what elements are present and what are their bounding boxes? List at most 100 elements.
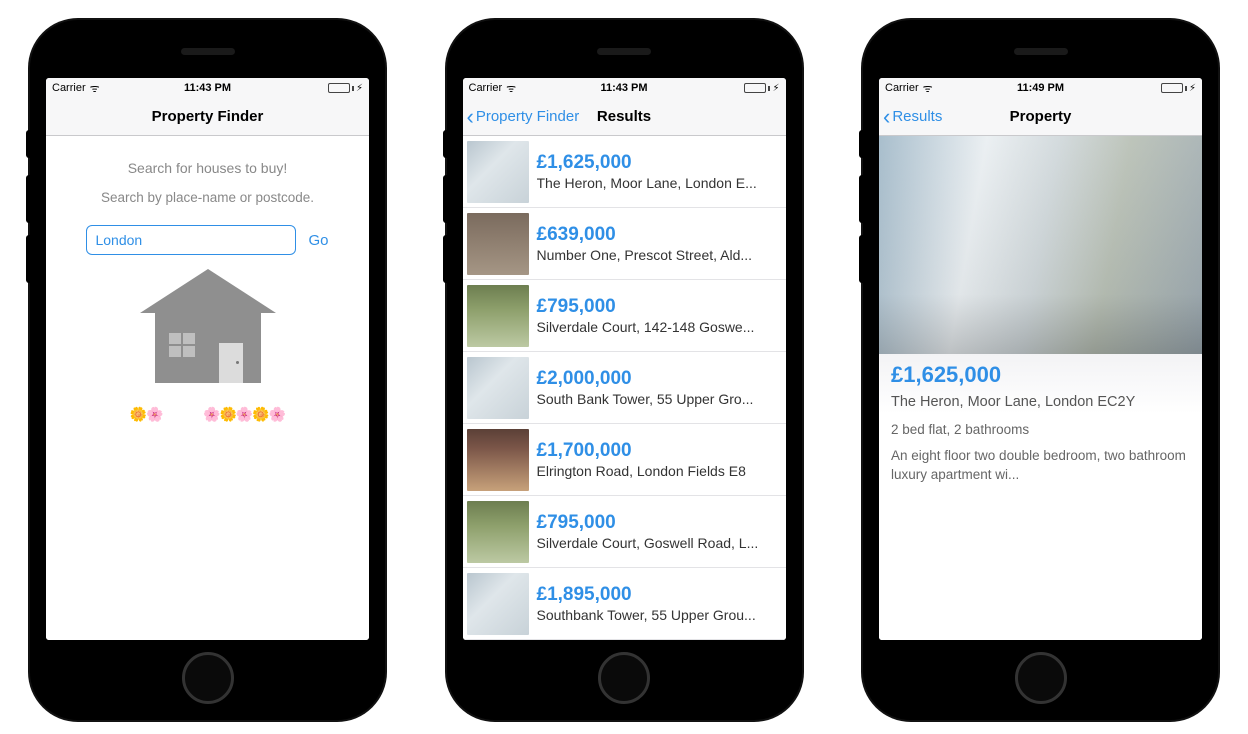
phone-side-button xyxy=(443,130,448,158)
clock: 11:43 PM xyxy=(600,82,647,94)
search-heading: Search for houses to buy! xyxy=(46,160,369,176)
result-address: Silverdale Court, Goswell Road, L... xyxy=(537,535,776,551)
search-row: Go xyxy=(46,225,369,255)
page-title: Property xyxy=(1010,108,1072,125)
result-row[interactable]: £795,000Silverdale Court, Goswell Road, … xyxy=(463,496,786,568)
status-bar: Carrier ᯤ 11:43 PM ⚡︎ xyxy=(463,78,786,98)
result-price: £795,000 xyxy=(537,512,776,535)
go-button[interactable]: Go xyxy=(308,232,328,249)
result-thumbnail xyxy=(467,285,529,347)
result-price: £639,000 xyxy=(537,224,776,247)
charging-icon: ⚡︎ xyxy=(356,83,363,94)
battery-cap-icon xyxy=(352,86,354,91)
battery-cap-icon xyxy=(1185,86,1187,91)
property-price: £1,625,000 xyxy=(891,362,1190,388)
status-bar: Carrier ᯤ 11:43 PM ⚡︎ xyxy=(46,78,369,98)
phone-speaker xyxy=(1014,48,1068,55)
result-row[interactable]: £2,000,000South Bank Tower, 55 Upper Gro… xyxy=(463,352,786,424)
charging-icon: ⚡︎ xyxy=(772,83,779,94)
carrier-text: Carrier xyxy=(52,82,86,94)
back-label: Property Finder xyxy=(476,108,579,125)
phone-side-button xyxy=(26,175,31,223)
result-thumbnail xyxy=(467,429,529,491)
wifi-icon: ᯤ xyxy=(506,81,516,96)
nav-bar: ‹ Property Finder Results xyxy=(463,98,786,136)
battery-indicator: ⚡︎ xyxy=(744,83,779,94)
result-address: Southbank Tower, 55 Upper Grou... xyxy=(537,607,776,623)
result-address: Silverdale Court, 142-148 Goswe... xyxy=(537,319,776,335)
phone-side-button xyxy=(859,130,864,158)
phone-side-button xyxy=(859,235,864,283)
carrier-label: Carrier ᯤ xyxy=(52,81,100,96)
nav-bar: Property Finder xyxy=(46,98,369,136)
battery-icon xyxy=(1161,83,1183,93)
battery-indicator: ⚡︎ xyxy=(328,83,363,94)
result-price: £1,625,000 xyxy=(537,152,776,175)
result-text: £1,625,000The Heron, Moor Lane, London E… xyxy=(537,152,776,191)
result-thumbnail xyxy=(467,213,529,275)
battery-icon xyxy=(744,83,766,93)
result-address: Number One, Prescot Street, Ald... xyxy=(537,247,776,263)
result-row[interactable]: £1,625,000The Heron, Moor Lane, London E… xyxy=(463,136,786,208)
search-screen: Search for houses to buy! Search by plac… xyxy=(46,136,369,640)
house-illustration: 🌼🌸 🌸🌼🌸🌼🌸 xyxy=(123,269,293,419)
carrier-label: Carrier ᯤ xyxy=(469,81,517,96)
result-thumbnail xyxy=(467,141,529,203)
result-address: South Bank Tower, 55 Upper Gro... xyxy=(537,391,776,407)
battery-indicator: ⚡︎ xyxy=(1161,83,1196,94)
page-title: Results xyxy=(597,108,651,125)
result-text: £795,000Silverdale Court, 142-148 Goswe.… xyxy=(537,296,776,335)
status-bar: Carrier ᯤ 11:49 PM ⚡︎ xyxy=(879,78,1202,98)
back-button[interactable]: ‹ Property Finder xyxy=(463,106,580,128)
back-button[interactable]: ‹ Results xyxy=(879,106,942,128)
property-meta: 2 bed flat, 2 bathrooms xyxy=(891,422,1190,437)
house-door-icon xyxy=(219,343,243,383)
house-window-icon xyxy=(169,333,195,357)
phone-mock-results: Carrier ᯤ 11:43 PM ⚡︎ ‹ Property Finder … xyxy=(447,20,802,720)
page-title: Property Finder xyxy=(152,108,264,125)
screen: Carrier ᯤ 11:43 PM ⚡︎ ‹ Property Finder … xyxy=(463,78,786,640)
result-thumbnail xyxy=(467,573,529,635)
result-row[interactable]: £1,895,000Southbank Tower, 55 Upper Grou… xyxy=(463,568,786,640)
search-subheading: Search by place-name or postcode. xyxy=(46,190,369,205)
chevron-left-icon: ‹ xyxy=(467,106,474,128)
home-button[interactable] xyxy=(182,652,234,704)
carrier-label: Carrier ᯤ xyxy=(885,81,933,96)
clock: 11:49 PM xyxy=(1017,82,1064,94)
phone-side-button xyxy=(26,235,31,283)
result-text: £1,700,000Elrington Road, London Fields … xyxy=(537,440,776,479)
result-address: The Heron, Moor Lane, London E... xyxy=(537,175,776,191)
clock: 11:43 PM xyxy=(184,82,231,94)
phone-side-button xyxy=(859,175,864,223)
result-row[interactable]: £795,000Silverdale Court, 142-148 Goswe.… xyxy=(463,280,786,352)
result-thumbnail xyxy=(467,357,529,419)
chevron-left-icon: ‹ xyxy=(883,106,890,128)
result-price: £1,700,000 xyxy=(537,440,776,463)
result-price: £2,000,000 xyxy=(537,368,776,391)
detail-screen: £1,625,000 The Heron, Moor Lane, London … xyxy=(879,136,1202,640)
search-input[interactable] xyxy=(86,225,296,255)
results-screen: £1,625,000The Heron, Moor Lane, London E… xyxy=(463,136,786,640)
result-row[interactable]: £639,000Number One, Prescot Street, Ald.… xyxy=(463,208,786,280)
result-text: £639,000Number One, Prescot Street, Ald.… xyxy=(537,224,776,263)
back-label: Results xyxy=(892,108,942,125)
result-price: £1,895,000 xyxy=(537,584,776,607)
result-text: £1,895,000Southbank Tower, 55 Upper Grou… xyxy=(537,584,776,623)
phone-side-button xyxy=(26,130,31,158)
phone-speaker xyxy=(597,48,651,55)
carrier-text: Carrier xyxy=(469,82,503,94)
house-roof-icon xyxy=(140,269,276,313)
result-text: £795,000Silverdale Court, Goswell Road, … xyxy=(537,512,776,551)
result-row[interactable]: £1,700,000Elrington Road, London Fields … xyxy=(463,424,786,496)
wifi-icon: ᯤ xyxy=(923,81,933,96)
property-address: The Heron, Moor Lane, London EC2Y xyxy=(891,394,1190,410)
home-button[interactable] xyxy=(598,652,650,704)
phone-speaker xyxy=(181,48,235,55)
flowers-icon: 🌼🌸 🌸🌼🌸🌼🌸 xyxy=(123,406,293,423)
phone-mock-detail: Carrier ᯤ 11:49 PM ⚡︎ ‹ Results Property… xyxy=(863,20,1218,720)
results-list[interactable]: £1,625,000The Heron, Moor Lane, London E… xyxy=(463,136,786,640)
result-thumbnail xyxy=(467,501,529,563)
property-description: An eight floor two double bedroom, two b… xyxy=(891,447,1190,483)
home-button[interactable] xyxy=(1015,652,1067,704)
phone-mock-search: Carrier ᯤ 11:43 PM ⚡︎ Property Finder Se… xyxy=(30,20,385,720)
